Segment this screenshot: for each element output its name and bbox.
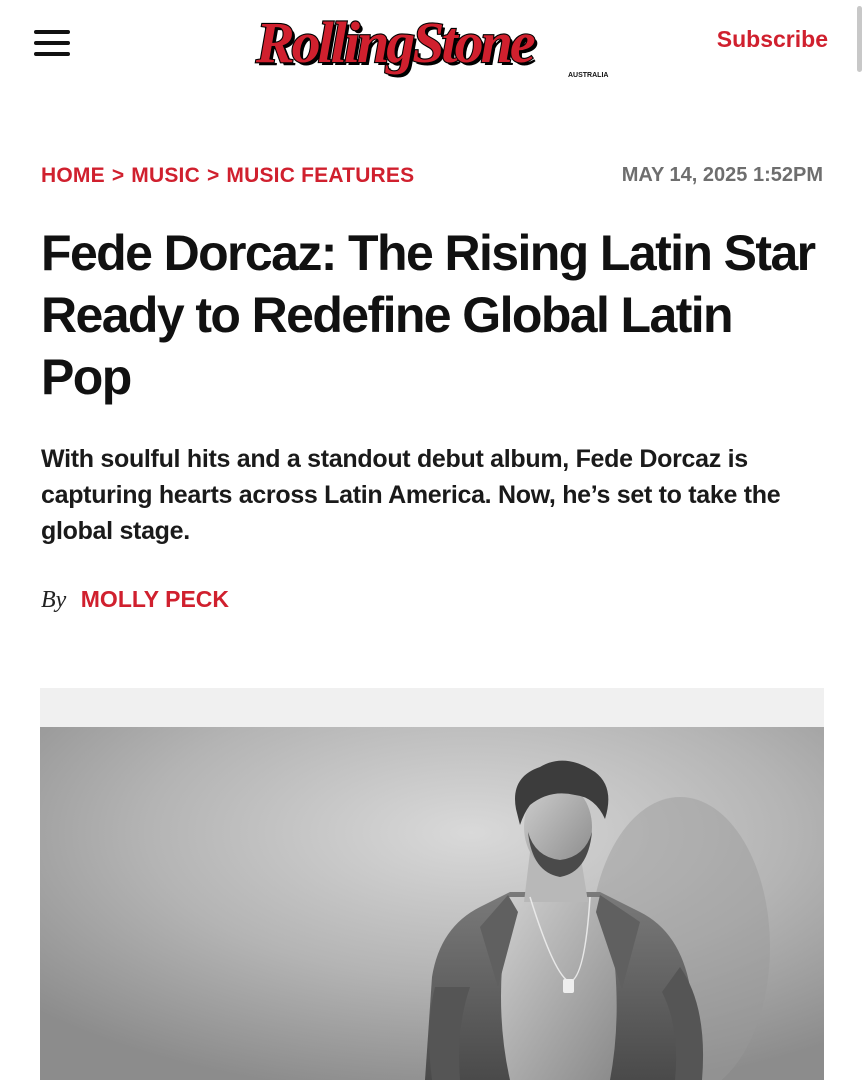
logo-graphic: RollingStone RollingStone AUSTRALIA bbox=[254, 9, 609, 79]
breadcrumb-home[interactable]: HOME bbox=[41, 164, 105, 187]
subscribe-link[interactable]: Subscribe bbox=[717, 26, 828, 53]
byline-prefix: By bbox=[41, 587, 67, 613]
breadcrumb: HOME > MUSIC > MUSIC FEATURES bbox=[41, 164, 414, 188]
breadcrumb-separator: > bbox=[111, 164, 125, 187]
hero-photo[interactable] bbox=[40, 727, 824, 1080]
publish-date: MAY 14, 2025 1:52PM bbox=[621, 164, 823, 186]
author-link[interactable]: MOLLY PECK bbox=[81, 586, 229, 612]
site-header: RollingStone RollingStone AUSTRALIA Subs… bbox=[0, 0, 864, 84]
breadcrumb-music-features[interactable]: MUSIC FEATURES bbox=[226, 164, 414, 187]
breadcrumb-music[interactable]: MUSIC bbox=[131, 164, 200, 187]
rolling-stone-logo[interactable]: RollingStone RollingStone AUSTRALIA bbox=[250, 6, 622, 80]
article-meta-row: HOME > MUSIC > MUSIC FEATURES MAY 14, 2025 1… bbox=[41, 164, 823, 194]
necklace-pendant bbox=[563, 979, 574, 993]
hero-image-container bbox=[40, 688, 824, 1080]
page-scrollbar[interactable] bbox=[857, 6, 862, 72]
menu-bar-top bbox=[34, 30, 70, 34]
menu-bar-middle bbox=[34, 41, 70, 45]
logo-main-text: RollingStone bbox=[255, 10, 535, 75]
article-dek: With soulful hits and a standout debut a… bbox=[41, 445, 781, 545]
breadcrumb-separator: > bbox=[206, 164, 220, 187]
torso bbox=[501, 897, 617, 1080]
hamburger-menu-icon[interactable] bbox=[34, 27, 72, 59]
menu-bar-bottom bbox=[34, 52, 70, 56]
article-headline: Fede Dorcaz: The Rising Latin Star Ready… bbox=[41, 225, 816, 405]
byline: By MOLLY PECK bbox=[41, 586, 229, 614]
logo-sub-text: AUSTRALIA bbox=[568, 72, 608, 79]
portrait-illustration bbox=[40, 727, 824, 1080]
